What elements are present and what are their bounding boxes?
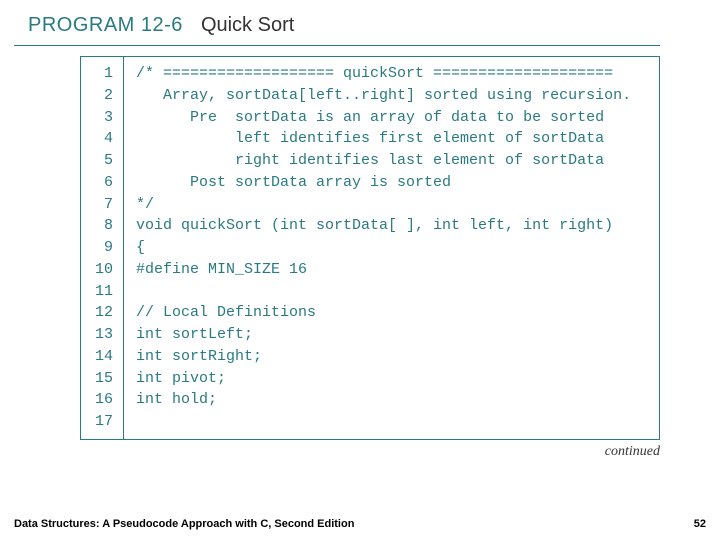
line-number: 7 [89,194,113,216]
line-number: 10 [89,259,113,281]
program-title: Quick Sort [201,14,294,36]
code-body: /* =================== quickSort =======… [124,57,641,439]
line-number: 17 [89,411,113,433]
line-number: 2 [89,85,113,107]
line-number: 1 [89,63,113,85]
code-line: right identifies last element of sortDat… [136,150,631,172]
program-label: PROGRAM 12-6 [28,14,183,36]
code-line: int hold; [136,389,631,411]
code-line: int sortRight; [136,346,631,368]
code-line: { [136,237,631,259]
page-footer: Data Structures: A Pseudocode Approach w… [14,518,706,530]
line-number: 3 [89,107,113,129]
line-number: 8 [89,215,113,237]
code-line: void quickSort (int sortData[ ], int lef… [136,215,631,237]
code-line [136,411,631,433]
code-line: int pivot; [136,368,631,390]
line-number: 15 [89,368,113,390]
code-line: left identifies first element of sortDat… [136,128,631,150]
line-number: 14 [89,346,113,368]
program-header: PROGRAM 12-6 Quick Sort [14,0,660,46]
line-number: 11 [89,281,113,303]
code-line: int sortLeft; [136,324,631,346]
code-line [136,281,631,303]
continued-label: continued [0,444,660,460]
code-line: Post sortData array is sorted [136,172,631,194]
code-line: Array, sortData[left..right] sorted usin… [136,85,631,107]
code-line: /* =================== quickSort =======… [136,63,631,85]
line-number: 6 [89,172,113,194]
code-line: #define MIN_SIZE 16 [136,259,631,281]
line-number: 5 [89,150,113,172]
line-number: 4 [89,128,113,150]
code-line: Pre sortData is an array of data to be s… [136,107,631,129]
code-listing: 1234567891011121314151617 /* ===========… [80,56,660,440]
line-number-gutter: 1234567891011121314151617 [81,57,124,439]
line-number: 13 [89,324,113,346]
book-title: Data Structures: A Pseudocode Approach w… [14,518,354,530]
code-line: */ [136,194,631,216]
code-line: // Local Definitions [136,302,631,324]
line-number: 9 [89,237,113,259]
page-number: 52 [694,518,706,530]
line-number: 16 [89,389,113,411]
line-number: 12 [89,302,113,324]
